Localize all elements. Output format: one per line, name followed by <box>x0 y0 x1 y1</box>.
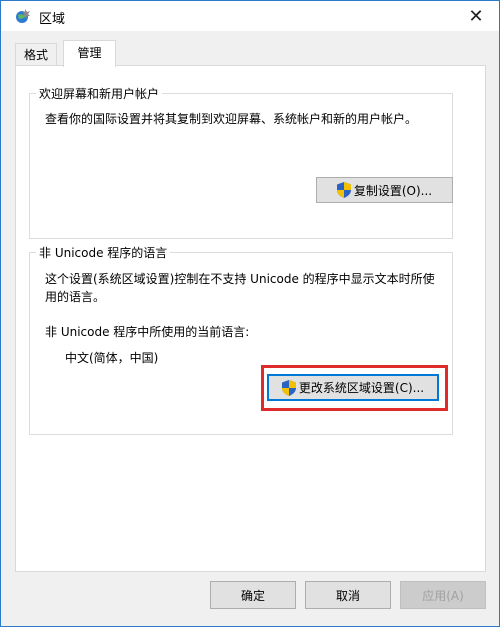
close-button[interactable]: ✕ <box>453 1 499 31</box>
tab-manage[interactable]: 管理 <box>63 40 116 67</box>
apply-button[interactable]: 应用(A) <box>400 581 486 609</box>
current-language-label: 非 Unicode 程序中所使用的当前语言: <box>45 325 250 339</box>
welcome-group-legend: 欢迎屏幕和新用户帐户 <box>36 85 163 102</box>
nonunicode-description-line2: 用的语言。 <box>45 290 106 304</box>
region-dialog: 区域 ✕ 格式 管理 欢迎屏幕和新用户帐户 查看你的国际设置并将其复制到欢迎屏幕… <box>0 0 500 627</box>
title-bar: 区域 ✕ <box>1 1 499 31</box>
nonunicode-group-legend: 非 Unicode 程序的语言 <box>36 244 171 261</box>
tab-panel-manage: 欢迎屏幕和新用户帐户 查看你的国际设置并将其复制到欢迎屏幕、系统帐户和新的用户帐… <box>15 65 486 572</box>
uac-shield-icon <box>336 182 351 198</box>
current-language-value: 中文(简体，中国) <box>65 351 159 365</box>
region-globe-icon <box>16 9 30 23</box>
welcome-description: 查看你的国际设置并将其复制到欢迎屏幕、系统帐户和新的用户帐户。 <box>45 112 418 126</box>
ok-button[interactable]: 确定 <box>210 581 296 609</box>
window-title: 区域 <box>39 12 66 27</box>
copy-settings-label: 复制设置(O)... <box>353 183 433 198</box>
welcome-screen-group: 欢迎屏幕和新用户帐户 查看你的国际设置并将其复制到欢迎屏幕、系统帐户和新的用户帐… <box>29 85 453 239</box>
cancel-button[interactable]: 取消 <box>305 581 391 609</box>
nonunicode-description-line1: 这个设置(系统区域设置)控制在不支持 Unicode 的程序中显示文本时所使 <box>45 272 435 286</box>
copy-settings-button[interactable]: 复制设置(O)... <box>316 177 453 203</box>
highlight-box <box>261 365 448 411</box>
tab-format[interactable]: 格式 <box>15 43 58 66</box>
close-icon: ✕ <box>468 5 484 27</box>
